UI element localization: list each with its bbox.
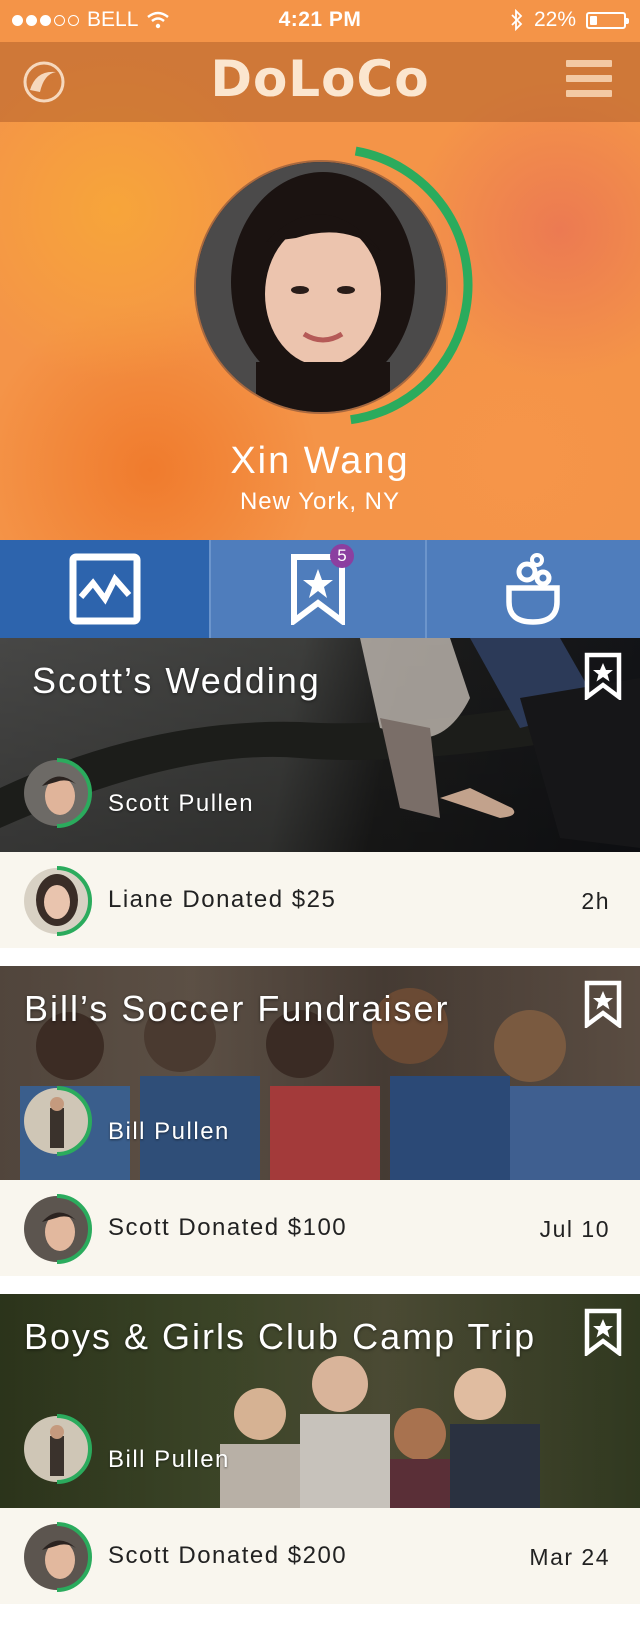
tab-donations[interactable] xyxy=(424,540,640,638)
campaign-card[interactable]: Scott’s Wedding Scott Pullen Liane Donat… xyxy=(0,638,640,948)
pocket-donate-icon xyxy=(506,553,561,625)
activity-text: Scott Donated $100 xyxy=(108,1214,348,1241)
donor-avatar[interactable] xyxy=(20,1520,94,1594)
activity-time: Jul 10 xyxy=(539,1216,610,1242)
activity-time: Mar 24 xyxy=(529,1544,610,1570)
bookmark-star-icon[interactable] xyxy=(584,652,622,700)
battery-percent: 22% xyxy=(533,8,576,31)
app-title: DoLoCo xyxy=(210,50,430,108)
nav-bar: DoLoCo xyxy=(0,42,640,122)
campaign-card[interactable]: Boys & Girls Club Camp Trip Bill Pullen … xyxy=(0,1294,640,1604)
bookmark-star-icon[interactable] xyxy=(584,1308,622,1356)
campaign-title: Scott’s Wedding xyxy=(32,660,321,701)
tab-activity[interactable] xyxy=(0,540,210,638)
activity-text: Liane Donated $25 xyxy=(108,886,337,913)
donor-avatar[interactable] xyxy=(20,864,94,938)
campaign-cover[interactable]: Bill’s Soccer Fundraiser Bill Pullen xyxy=(0,966,640,1180)
owner-avatar[interactable] xyxy=(20,756,94,830)
activity-text: Scott Donated $200 xyxy=(108,1542,348,1569)
campaign-title: Bill’s Soccer Fundraiser xyxy=(24,988,450,1029)
campaign-title: Boys & Girls Club Camp Trip xyxy=(24,1316,537,1357)
campaign-cover[interactable]: Boys & Girls Club Camp Trip Bill Pullen xyxy=(0,1294,640,1508)
activity-row[interactable]: Scott Donated $200 Mar 24 xyxy=(0,1508,640,1604)
campaign-owner-name[interactable]: Bill Pullen xyxy=(108,1118,230,1146)
donor-avatar[interactable] xyxy=(20,1192,94,1266)
bookmark-star-icon[interactable] xyxy=(584,980,622,1028)
bookmarks-count-badge: 5 xyxy=(330,544,354,568)
profile-tab-bar xyxy=(0,540,640,638)
campaign-cover[interactable]: Scott’s Wedding Scott Pullen xyxy=(0,638,640,852)
activity-chart-icon xyxy=(69,553,141,625)
owner-avatar[interactable] xyxy=(20,1412,94,1486)
status-right: 22% xyxy=(510,8,629,32)
campaign-card[interactable]: Bill’s Soccer Fundraiser Bill Pullen Sco… xyxy=(0,966,640,1276)
campaign-owner-name[interactable]: Scott Pullen xyxy=(108,790,254,818)
owner-avatar[interactable] xyxy=(20,1084,94,1158)
profile-name: Xin Wang xyxy=(230,440,410,482)
activity-row[interactable]: Scott Donated $100 Jul 10 xyxy=(0,1180,640,1276)
hamburger-menu-icon[interactable] xyxy=(566,60,612,104)
activity-row[interactable]: Liane Donated $25 2h xyxy=(0,852,640,948)
activity-time: 2h xyxy=(581,888,610,914)
profile-location: New York, NY xyxy=(239,488,401,515)
bluetooth-icon xyxy=(511,9,523,31)
campaign-owner-name[interactable]: Bill Pullen xyxy=(108,1446,230,1474)
profile-header: BELL 4:21 PM 22% DoLoCo Xin Wang New Yor… xyxy=(0,0,640,540)
tab-bookmarks[interactable] xyxy=(209,540,425,638)
profile-avatar[interactable] xyxy=(194,160,448,414)
profile-portrait xyxy=(196,162,446,412)
battery-icon xyxy=(586,11,629,29)
status-bar: BELL 4:21 PM 22% xyxy=(0,0,640,42)
